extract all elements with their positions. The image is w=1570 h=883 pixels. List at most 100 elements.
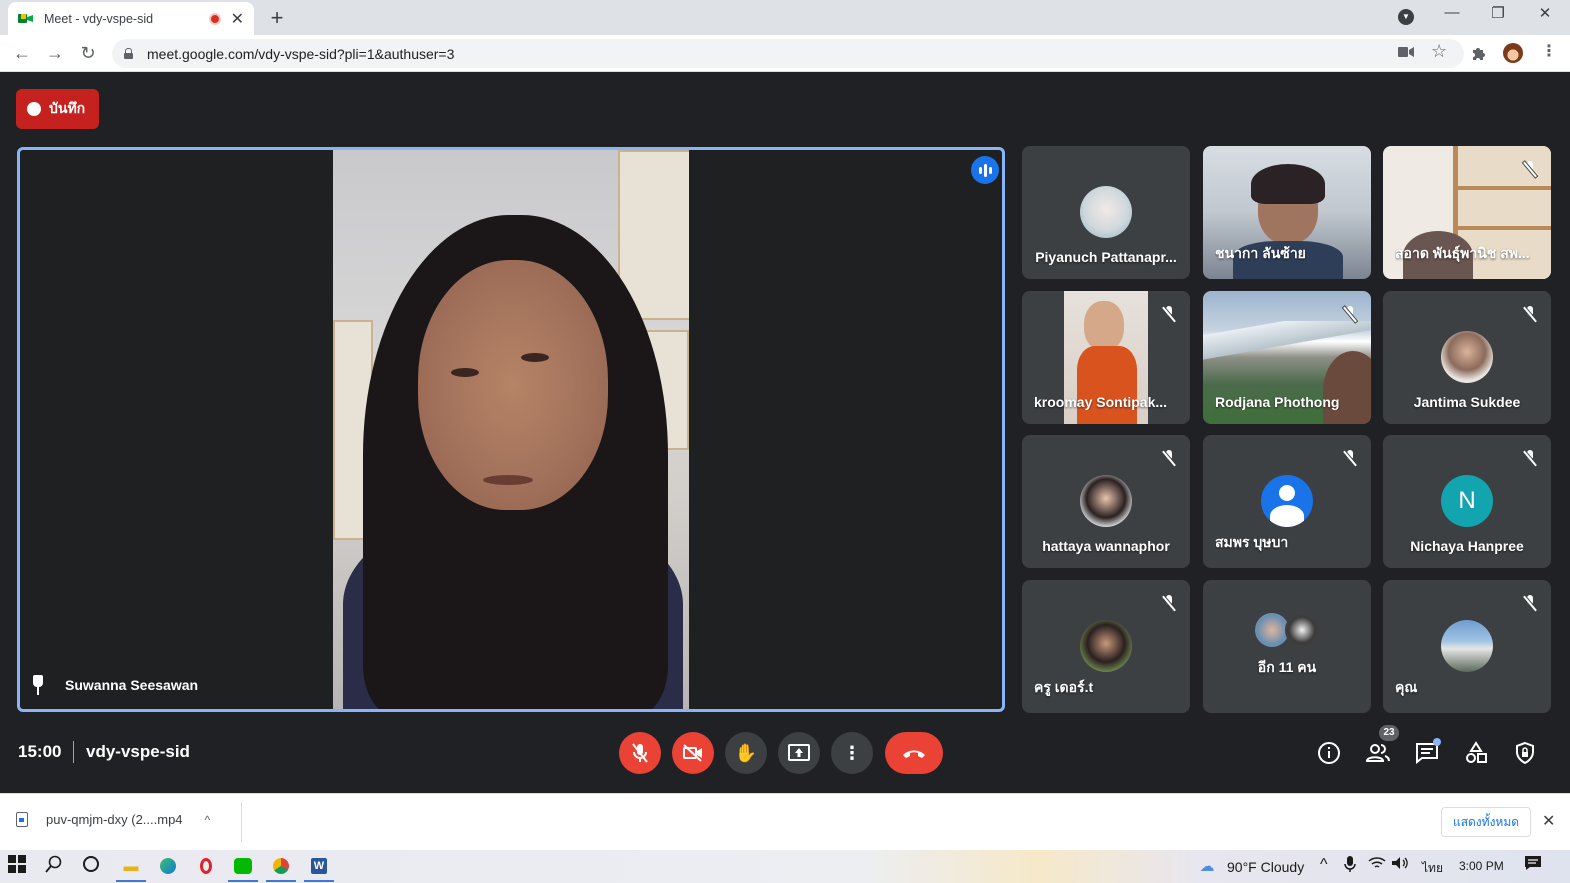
mic-off-icon <box>1523 595 1537 611</box>
participant-avatar <box>1080 186 1132 238</box>
new-tab-button[interactable]: + <box>266 5 288 31</box>
camera-in-use-icon[interactable] <box>1398 46 1414 58</box>
download-file-name: puv-qmjm-dxy (2....mp4 <box>46 812 183 827</box>
browser-toolbar: ← → ↻ meet.google.com/vdy-vspe-sid?pli=1… <box>0 35 1570 72</box>
download-item[interactable]: puv-qmjm-dxy (2....mp4 ^ <box>16 812 210 827</box>
reload-icon[interactable]: ↻ <box>77 42 99 64</box>
edge-icon[interactable] <box>157 855 179 877</box>
meeting-code: vdy-vspe-sid <box>86 742 190 761</box>
people-button[interactable] <box>1365 740 1391 766</box>
address-bar[interactable]: meet.google.com/vdy-vspe-sid?pli=1&authu… <box>112 39 1464 68</box>
meet-favicon-icon <box>18 12 34 25</box>
meeting-time: 15:00 <box>18 742 62 761</box>
present-screen-icon <box>788 744 810 761</box>
tab-search-icon[interactable]: ▼ <box>1398 9 1414 25</box>
microphone-toggle-button[interactable] <box>619 732 661 774</box>
participant-tile[interactable]: Jantima Sukdee <box>1383 291 1551 424</box>
participant-tile[interactable]: สอาด พันธุ์พานิช สพ... <box>1383 146 1551 279</box>
present-now-button[interactable] <box>778 732 820 774</box>
participant-tile[interactable]: Piyanuch Pattanapr... <box>1022 146 1190 279</box>
meeting-details-button[interactable] <box>1316 740 1342 766</box>
recording-label: บันทึก <box>49 100 86 116</box>
window-close-button[interactable]: ✕ <box>1533 4 1557 22</box>
letter-avatar: N <box>1441 475 1493 527</box>
mic-off-icon <box>1162 595 1176 611</box>
search-icon[interactable] <box>45 855 67 877</box>
volume-icon[interactable] <box>1391 855 1413 877</box>
microphone-icon[interactable] <box>1343 855 1365 877</box>
participant-tile[interactable]: สมพร บุษบา <box>1203 435 1371 568</box>
pin-icon[interactable] <box>31 675 45 695</box>
participant-tile[interactable]: Rodjana Phothong <box>1203 291 1371 424</box>
participant-tile[interactable]: N Nichaya Hanpree <box>1383 435 1551 568</box>
self-tile[interactable]: คุณ <box>1383 580 1551 713</box>
host-controls-button[interactable] <box>1512 740 1538 766</box>
close-shelf-icon[interactable]: ✕ <box>1542 811 1555 831</box>
participant-avatar <box>1080 475 1132 527</box>
windows-start-icon[interactable] <box>8 855 30 877</box>
tab-close-button[interactable]: ✕ <box>231 9 244 29</box>
participant-name: ชนากา ลันซ้าย <box>1215 245 1306 261</box>
mic-off-icon <box>632 743 648 763</box>
camera-toggle-button[interactable] <box>672 732 714 774</box>
info-icon <box>1318 742 1340 764</box>
input-language[interactable]: ไทย <box>1422 859 1443 878</box>
notifications-icon[interactable] <box>1524 855 1546 877</box>
line-app-icon[interactable] <box>232 855 254 877</box>
window-minimize-button[interactable]: — <box>1440 4 1464 21</box>
cortana-icon[interactable] <box>82 855 104 877</box>
more-participants-tile[interactable]: อีก 11 คน <box>1203 580 1371 713</box>
participant-tile[interactable]: ชนากา ลันซ้าย <box>1203 146 1371 279</box>
bookmark-star-icon[interactable]: ☆ <box>1431 41 1447 62</box>
forward-arrow-icon[interactable]: → <box>44 42 66 64</box>
weather-text[interactable]: 90°F Cloudy <box>1227 859 1304 875</box>
raise-hand-button[interactable]: ✋ <box>725 732 767 774</box>
chevron-up-icon[interactable]: ^ <box>1320 856 1328 874</box>
activities-button[interactable] <box>1463 740 1489 766</box>
active-app-underline <box>228 880 258 882</box>
participant-avatar <box>1080 620 1132 672</box>
opera-icon[interactable] <box>195 855 217 877</box>
more-options-button[interactable]: ⋮ <box>831 732 873 774</box>
extensions-puzzle-icon[interactable] <box>1471 45 1487 61</box>
people-icon <box>1365 744 1390 762</box>
window-restore-button[interactable]: ❐ <box>1486 4 1510 22</box>
word-icon[interactable]: W <box>308 855 330 877</box>
more-vertical-icon: ⋮ <box>843 743 861 763</box>
mic-off-icon <box>1343 306 1357 322</box>
wifi-icon[interactable] <box>1368 855 1390 877</box>
browser-tab-meet[interactable]: Meet - vdy-vspe-sid ✕ <box>8 2 254 35</box>
mic-off-icon <box>1523 450 1537 466</box>
browser-tab-bar: Meet - vdy-vspe-sid ✕ + ▼ — ❐ ✕ <box>0 0 1570 35</box>
browser-menu-icon[interactable]: ⋮ <box>1541 41 1557 61</box>
chevron-up-icon[interactable]: ^ <box>205 813 211 827</box>
participant-avatar <box>1285 613 1319 647</box>
recording-badge[interactable]: บันทึก <box>16 89 99 129</box>
back-arrow-icon[interactable]: ← <box>11 42 33 64</box>
participant-tile[interactable]: hattaya wannaphor <box>1022 435 1190 568</box>
file-explorer-icon[interactable]: ▬ <box>120 855 142 877</box>
participant-tile[interactable]: ครู เดอร์.t <box>1022 580 1190 713</box>
participant-name: Piyanuch Pattanapr... <box>1035 249 1177 265</box>
weather-cloud-icon[interactable]: ☁ <box>1196 855 1218 877</box>
system-clock[interactable]: 3:00 PM <box>1459 859 1504 873</box>
unread-indicator-icon <box>1433 738 1441 746</box>
record-dot-icon <box>27 102 41 116</box>
speaking-indicator-icon <box>971 156 999 184</box>
participant-name: ครู เดอร์.t <box>1034 679 1094 695</box>
leave-call-button[interactable] <box>885 732 943 774</box>
chrome-icon[interactable] <box>270 855 292 877</box>
mic-off-icon <box>1523 306 1537 322</box>
divider <box>241 802 242 842</box>
main-speaker-tile[interactable]: Suwanna Seesawan <box>17 147 1005 712</box>
shield-lock-icon <box>1516 741 1534 765</box>
more-participants-label: อีก 11 คน <box>1257 659 1317 675</box>
participant-tile[interactable]: kroomay Sontipak... <box>1022 291 1190 424</box>
hang-up-icon <box>903 750 925 758</box>
profile-avatar[interactable] <box>1503 43 1523 63</box>
participant-name: kroomay Sontipak... <box>1034 394 1168 410</box>
show-all-downloads-button[interactable]: แสดงทั้งหมด <box>1441 807 1531 837</box>
tab-title: Meet - vdy-vspe-sid <box>44 11 154 26</box>
participant-name: Rodjana Phothong <box>1215 394 1340 410</box>
recording-indicator-icon <box>208 12 221 25</box>
